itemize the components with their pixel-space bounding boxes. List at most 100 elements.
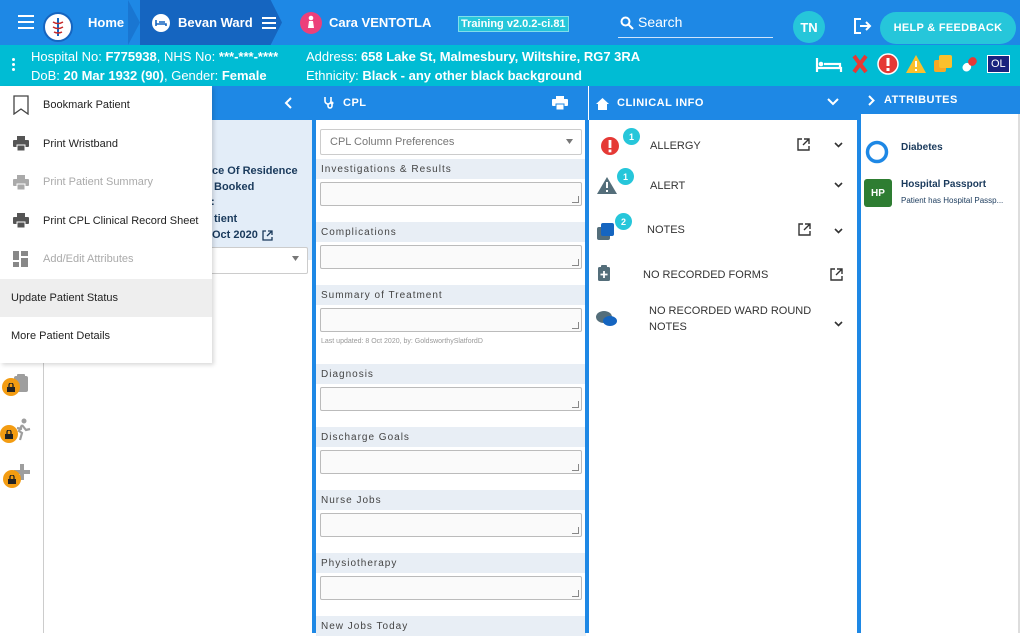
alert-triangle-icon xyxy=(596,176,618,195)
chevron-down-icon xyxy=(566,139,573,144)
hamburger-menu-icon[interactable] xyxy=(18,15,34,29)
ol-badge[interactable]: OL xyxy=(987,55,1010,73)
cpl-header: CPL xyxy=(313,86,588,120)
home-label: Home xyxy=(88,15,125,30)
nurse-jobs-textarea[interactable] xyxy=(320,513,582,537)
chevron-down-icon[interactable] xyxy=(834,321,843,327)
clipboard-plus-icon xyxy=(597,264,611,282)
chevron-down-icon[interactable] xyxy=(834,228,843,234)
ward-menu-icon[interactable] xyxy=(261,16,276,29)
menu-item-label: Print CPL Clinical Record Sheet xyxy=(43,214,199,227)
search-box[interactable]: Search xyxy=(618,14,773,38)
allergy-row[interactable]: 1 ALLERGY xyxy=(590,128,855,162)
cpl-preferences-select[interactable]: CPL Column Preferences xyxy=(320,129,582,155)
top-bar: Home Bevan Ward Cara VENTOTLA Training v… xyxy=(0,0,1020,45)
ward-round-row[interactable]: NO RECORDED WARD ROUND NOTES xyxy=(590,300,855,340)
search-label: Search xyxy=(638,14,683,30)
diabetes-ring-icon xyxy=(865,140,889,164)
chevron-down-icon[interactable] xyxy=(834,142,843,148)
cpl-section-complications: Complications xyxy=(316,222,586,269)
menu-print-cpl-record[interactable]: Print CPL Clinical Record Sheet xyxy=(0,202,212,241)
section-label: Summary of Treatment xyxy=(316,285,586,305)
ward-round-line-2: NOTES xyxy=(649,321,687,333)
section-label: Diagnosis xyxy=(316,364,586,384)
grid-icon xyxy=(11,251,31,268)
hp-description: Patient has Hospital Passp... xyxy=(901,196,1004,205)
notes-row[interactable]: 2 NOTES xyxy=(590,212,855,248)
user-avatar[interactable]: TN xyxy=(793,11,825,43)
hospital-no-label: Hospital No: xyxy=(31,49,102,64)
menu-item-label: Print Wristband xyxy=(43,137,118,150)
medication-pill-icon[interactable] xyxy=(959,54,981,74)
forms-label: NO RECORDED FORMS xyxy=(643,269,769,281)
lock-icon xyxy=(0,425,18,443)
breadcrumb-patient[interactable]: Cara VENTOTLA xyxy=(300,0,431,45)
section-label: Discharge Goals xyxy=(316,427,586,447)
menu-more-patient-details[interactable]: More Patient Details xyxy=(0,317,212,356)
allergy-count-badge: 1 xyxy=(623,128,640,145)
chevron-down-icon[interactable] xyxy=(834,182,843,188)
section-label: Physiotherapy xyxy=(316,553,586,573)
bed-status-icon[interactable] xyxy=(815,54,843,74)
notes-count-badge: 2 xyxy=(615,213,632,230)
summary-textarea[interactable] xyxy=(320,308,582,332)
version-badge: Training v2.0.2-ci.81 xyxy=(458,16,569,32)
alert-row[interactable]: 1 ALERT xyxy=(590,168,855,202)
menu-print-wristband[interactable]: Print Wristband xyxy=(0,125,212,164)
chevron-right-icon[interactable] xyxy=(868,94,875,106)
chat-bubbles-icon xyxy=(595,309,619,329)
breadcrumb-separator xyxy=(128,0,140,45)
notes-stack-icon xyxy=(596,221,616,241)
left-select[interactable] xyxy=(204,247,308,274)
menu-bookmark-patient[interactable]: Bookmark Patient xyxy=(0,86,212,125)
clinical-info-title: CLINICAL INFO xyxy=(617,97,704,109)
dob-gender-line: DoB: 20 Mar 1932 (90), Gender: Female xyxy=(31,68,267,83)
section-label: Nurse Jobs xyxy=(316,490,586,510)
notes-count: 2 xyxy=(620,216,626,227)
warning-icon[interactable] xyxy=(905,54,927,74)
hospital-nhs-line: Hospital No: F775938, NHS No: ***-***-**… xyxy=(31,49,278,64)
complications-textarea[interactable] xyxy=(320,245,582,269)
notes-icon[interactable] xyxy=(933,54,953,74)
address-value: 658 Lake St, Malmesbury, Wiltshire, RG7 … xyxy=(360,49,641,64)
menu-print-patient-summary[interactable]: Print Patient Summary xyxy=(0,163,212,202)
collapse-left-icon[interactable] xyxy=(283,96,293,110)
breadcrumb-ward[interactable]: Bevan Ward xyxy=(151,0,276,45)
investigations-textarea[interactable] xyxy=(320,182,582,206)
section-label: Complications xyxy=(316,222,586,242)
forms-row[interactable]: NO RECORDED FORMS xyxy=(590,258,855,292)
diabetes-attribute[interactable]: Diabetes xyxy=(864,138,1018,166)
help-feedback-button[interactable]: HELP & FEEDBACK xyxy=(880,12,1016,44)
breadcrumb-home[interactable]: Home xyxy=(88,0,124,45)
external-link-icon[interactable] xyxy=(798,223,811,236)
red-cross-icon[interactable] xyxy=(851,54,869,74)
ol-label: OL xyxy=(991,58,1006,70)
diagnosis-textarea[interactable] xyxy=(320,387,582,411)
external-link-icon[interactable] xyxy=(830,268,843,281)
cpl-section-diagnosis: Diagnosis xyxy=(316,364,586,411)
chevron-down-icon[interactable] xyxy=(827,98,839,106)
allergy-count: 1 xyxy=(628,131,634,142)
ward-label: Bevan Ward xyxy=(178,15,253,30)
app-logo-icon xyxy=(43,12,73,42)
logout-icon[interactable] xyxy=(853,18,873,34)
cpl-title: CPL xyxy=(343,97,367,109)
cpl-section-new-jobs: New Jobs Today xyxy=(316,616,586,636)
hospital-no: F775938 xyxy=(105,49,157,64)
more-options-icon[interactable] xyxy=(12,58,15,71)
menu-add-edit-attributes[interactable]: Add/Edit Attributes xyxy=(0,240,212,279)
address-label: Address: xyxy=(306,49,358,64)
hospital-passport-attribute[interactable]: HP Hospital Passport Patient has Hospita… xyxy=(864,178,1018,210)
ethnicity-line: Ethnicity: Black - any other black backg… xyxy=(306,68,582,83)
external-link-icon[interactable] xyxy=(262,229,273,241)
ward-round-line-1: NO RECORDED WARD ROUND xyxy=(649,305,812,317)
menu-update-patient-status[interactable]: Update Patient Status xyxy=(0,278,212,317)
alert-circle-icon[interactable] xyxy=(877,53,899,75)
physiotherapy-textarea[interactable] xyxy=(320,576,582,600)
discharge-goals-textarea[interactable] xyxy=(320,450,582,474)
external-link-icon[interactable] xyxy=(797,138,810,151)
print-cpl-icon[interactable] xyxy=(552,96,568,110)
alert-count-badge: 1 xyxy=(617,168,634,185)
section-label: Investigations & Results xyxy=(316,159,586,179)
user-initials: TN xyxy=(800,19,818,35)
